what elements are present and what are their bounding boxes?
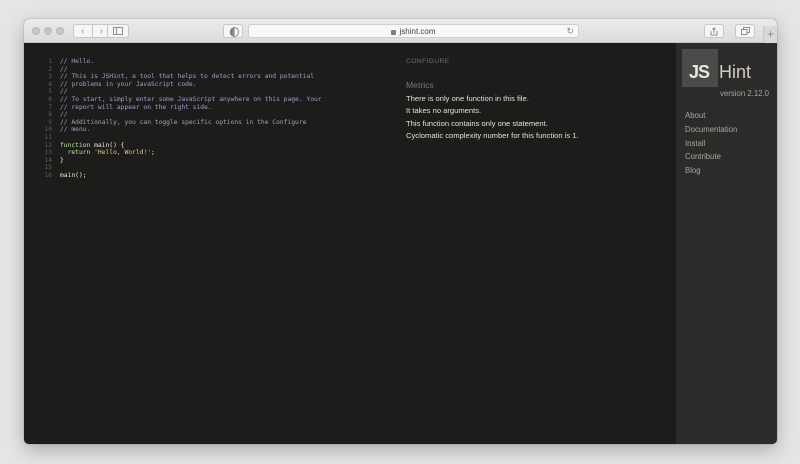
history-nav: ‹ › (73, 24, 111, 38)
editor-line[interactable]: 6 // To start, simply enter some JavaScri… (32, 95, 322, 104)
lock-icon (391, 29, 397, 35)
line-text: // (60, 65, 68, 73)
line-number: 4 (48, 80, 52, 88)
line-number: 10 (44, 126, 52, 134)
tabs-icon (740, 27, 750, 35)
nav-blog[interactable]: Blog (685, 166, 737, 180)
editor-line[interactable]: 14} (32, 157, 322, 165)
line-number: 5 (48, 88, 52, 96)
editor-line[interactable]: 1 // Hello. (32, 58, 322, 66)
chevron-right-icon: › (99, 25, 103, 37)
reload-icon[interactable]: ↻ (566, 26, 574, 37)
plus-icon: + (766, 27, 774, 41)
line-number: 7 (48, 103, 52, 111)
editor-line[interactable]: 4 // problems in your JavaScript code. (32, 81, 322, 89)
code-editor[interactable]: 1 // Hello. 2 // 3 // This is JSHint, a tool … (32, 58, 322, 180)
editor-line[interactable]: 15 (32, 164, 322, 172)
privacy-report-button[interactable] (223, 24, 243, 38)
minimize-window-button[interactable] (44, 27, 52, 35)
share-icon (710, 26, 718, 35)
sidebar-nav: About Documentation Install Contribute B… (685, 111, 737, 180)
browser-toolbar: ‹ › jshint.com ↻ + (24, 19, 777, 43)
line-number: 13 (44, 149, 52, 157)
close-window-button[interactable] (32, 27, 40, 35)
line-number: 15 (44, 164, 52, 172)
metric-line: It takes no arguments. (406, 106, 482, 116)
editor-line[interactable]: 10 // menu. (32, 126, 322, 134)
editor-line[interactable]: 5 // (32, 88, 322, 96)
line-text: return 'Hello, World!'; (67, 149, 155, 157)
editor-line[interactable]: 9 // Additionally, you can toggle specifi… (32, 119, 322, 127)
line-text: main(); (60, 171, 87, 179)
tabs-overview-button[interactable] (735, 24, 755, 38)
line-text: // Additionally, you can toggle specific… (60, 118, 307, 126)
address-bar[interactable]: jshint.com ↻ (248, 24, 579, 38)
nav-about[interactable]: About (685, 111, 737, 125)
line-number: 11 (44, 133, 52, 141)
line-text: // (60, 88, 68, 96)
sidebar: JS Hint version 2.12.0 About Documentati… (676, 43, 777, 444)
page-content: 1 // Hello. 2 // 3 // This is JSHint, a tool … (24, 43, 777, 444)
editor-line[interactable]: 16 main(); (32, 172, 322, 180)
line-number: 9 (48, 118, 52, 126)
line-text: } (60, 156, 64, 164)
editor-line[interactable]: 2 // (32, 66, 322, 74)
editor-line[interactable]: 7 // report will appear on the right side… (32, 104, 322, 112)
metric-line: This function contains only one statemen… (406, 118, 548, 128)
nav-documentation[interactable]: Documentation (685, 125, 737, 139)
logo-js-text: JS (689, 62, 710, 82)
metric-line: There is only one function in this file. (406, 93, 529, 103)
line-text: // To start, simply enter some JavaScrip… (60, 95, 322, 103)
line-number: 8 (48, 111, 52, 119)
nav-install[interactable]: Install (685, 139, 737, 153)
share-button[interactable] (704, 24, 724, 38)
line-number: 6 (48, 95, 52, 103)
sidebar-toggle-button[interactable] (107, 24, 129, 38)
line-number: 16 (44, 171, 52, 179)
line-text: // (60, 111, 68, 119)
editor-line[interactable]: 11 (32, 134, 322, 142)
nav-contribute[interactable]: Contribute (685, 152, 737, 166)
line-number: 14 (44, 156, 52, 164)
line-number: 2 (48, 65, 52, 73)
configure-menu[interactable]: CONFIGURE (406, 58, 666, 65)
logo-hint-text: Hint (719, 62, 752, 82)
line-text: // report will appear on the right side. (60, 103, 212, 111)
sidebar-icon (113, 27, 123, 35)
version-label: version 2.12.0 (720, 89, 769, 98)
line-text: // Hello. (60, 58, 95, 65)
editor-line[interactable]: 13 return 'Hello, World!'; (32, 149, 322, 157)
line-text: // menu. (60, 126, 91, 134)
line-text: // This is JSHint, a tool that helps to … (60, 73, 315, 81)
zoom-window-button[interactable] (56, 27, 64, 35)
metric-line: Cyclomatic complexity number for this fu… (406, 131, 579, 141)
jshint-logo[interactable]: JS Hint (682, 49, 774, 91)
line-number: 3 (48, 73, 52, 81)
editor-line[interactable]: 12 function main() { (32, 142, 322, 150)
report-panel: CONFIGURE Metrics There is only one func… (406, 58, 666, 140)
back-button[interactable]: ‹ (74, 25, 93, 37)
editor-line[interactable]: 3 // This is JSHint, a tool that helps to… (32, 73, 322, 81)
chevron-left-icon: ‹ (81, 25, 85, 37)
url-text: jshint.com (399, 26, 436, 36)
editor-line[interactable]: 8 // (32, 111, 322, 119)
line-number: 1 (48, 58, 52, 65)
browser-window: ‹ › jshint.com ↻ + 1 // Hello. 2 // 3 // This… (24, 19, 777, 444)
line-text: // problems in your JavaScript code. (60, 80, 197, 88)
line-number: 12 (44, 141, 52, 149)
line-text: function main() { (60, 141, 125, 149)
new-tab-button[interactable]: + (763, 26, 777, 43)
metrics-title: Metrics (406, 80, 434, 90)
